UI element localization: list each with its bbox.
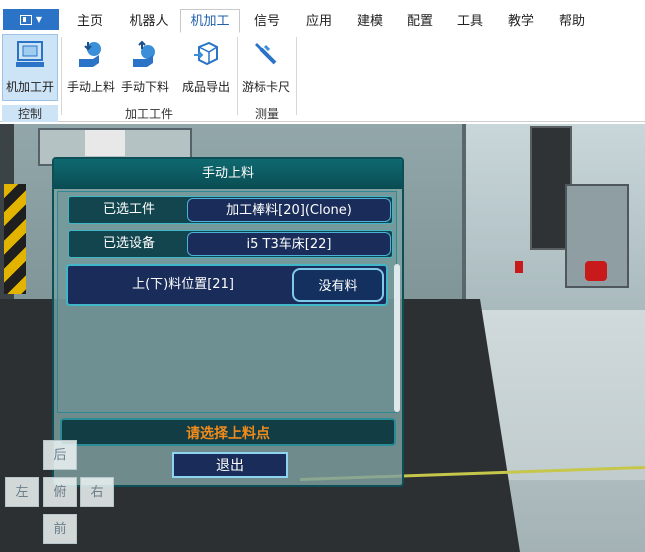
machining-on-icon (3, 35, 57, 73)
scene-red-part (585, 261, 607, 281)
tab-machining[interactable]: 机加工 (180, 9, 240, 33)
tab-robot[interactable]: 机器人 (118, 10, 180, 33)
tab-help[interactable]: 帮助 (549, 10, 595, 33)
tab-config[interactable]: 配置 (397, 10, 443, 33)
tab-modeling[interactable]: 建模 (347, 10, 393, 33)
view-top-button[interactable]: 俯 (43, 477, 77, 507)
manual-load-button[interactable]: 手动上料 (65, 35, 117, 99)
product-export-icon (178, 35, 234, 73)
vernier-caliper-icon (240, 35, 292, 73)
group-separator (61, 37, 62, 115)
manual-load-label: 手动上料 (66, 80, 115, 94)
load-position-status-button[interactable]: 没有料 (292, 268, 384, 302)
view-back-button[interactable]: 后 (43, 440, 77, 470)
view-front-button[interactable]: 前 (43, 514, 77, 544)
tab-signal[interactable]: 信号 (244, 10, 290, 33)
machining-on-label: 机加工开 (5, 80, 54, 94)
selected-workpiece-label: 已选工件 (102, 202, 155, 217)
vernier-caliper-button[interactable]: 游标卡尺 (240, 35, 292, 99)
select-load-point-hint: 请选择上料点 (60, 418, 396, 446)
scene-door-window (85, 130, 125, 156)
tab-application[interactable]: 应用 (296, 10, 342, 33)
load-position-label: 上(下)料位置[21] (132, 277, 234, 292)
manual-load-icon (65, 35, 117, 73)
scene-red-marker (515, 261, 523, 273)
dialog-title: 手动上料 (54, 159, 402, 189)
load-position-item[interactable]: 上(下)料位置[21] 没有料 (66, 264, 388, 306)
scene-hazard-stripe (4, 184, 26, 294)
ribbon-panel: 机加工开 手动上料 手动下料 成品导出 游标卡尺 控制 加工工件 测量 (0, 33, 645, 122)
manual-unload-button[interactable]: 手动下料 (119, 35, 171, 99)
product-export-label: 成品导出 (181, 80, 230, 94)
view-left-button[interactable]: 左 (5, 477, 39, 507)
exit-button[interactable]: 退出 (172, 452, 288, 478)
group-label-workpiece: 加工工件 (124, 107, 173, 121)
tab-tools[interactable]: 工具 (447, 10, 493, 33)
group-label-control: 控制 (2, 105, 58, 122)
app-menu-icon (19, 14, 32, 25)
ribbon-tab-bar: ▼ 主页 机器人 机加工 信号 应用 建模 配置 工具 教学 帮助 (0, 0, 645, 34)
chevron-down-icon: ▼ (35, 15, 43, 24)
tab-teaching[interactable]: 教学 (498, 10, 544, 33)
app-menu-button[interactable]: ▼ (3, 9, 59, 30)
selected-device-label: 已选设备 (102, 236, 155, 251)
product-export-button[interactable]: 成品导出 (178, 35, 234, 99)
list-scrollbar[interactable] (394, 264, 400, 412)
machining-on-button[interactable]: 机加工开 (2, 34, 58, 101)
manual-unload-icon (119, 35, 171, 73)
group-separator (237, 37, 238, 115)
dialog-content: 已选工件 加工棒料[20](Clone) 已选设备 i5 T3车床[22] 上(… (57, 191, 397, 413)
tab-home[interactable]: 主页 (64, 10, 116, 33)
selected-device-row: 已选设备 i5 T3车床[22] (68, 230, 393, 258)
manual-load-dialog: 手动上料 已选工件 加工棒料[20](Clone) 已选设备 i5 T3车床[2… (52, 157, 404, 487)
selected-workpiece-row: 已选工件 加工棒料[20](Clone) (68, 196, 393, 224)
group-separator (296, 37, 297, 115)
view-right-button[interactable]: 右 (80, 477, 114, 507)
vernier-caliper-label: 游标卡尺 (241, 80, 290, 94)
selected-workpiece-value[interactable]: 加工棒料[20](Clone) (187, 198, 391, 222)
selected-device-value[interactable]: i5 T3车床[22] (187, 232, 391, 256)
manual-unload-label: 手动下料 (120, 80, 169, 94)
group-label-measure: 测量 (254, 107, 279, 121)
